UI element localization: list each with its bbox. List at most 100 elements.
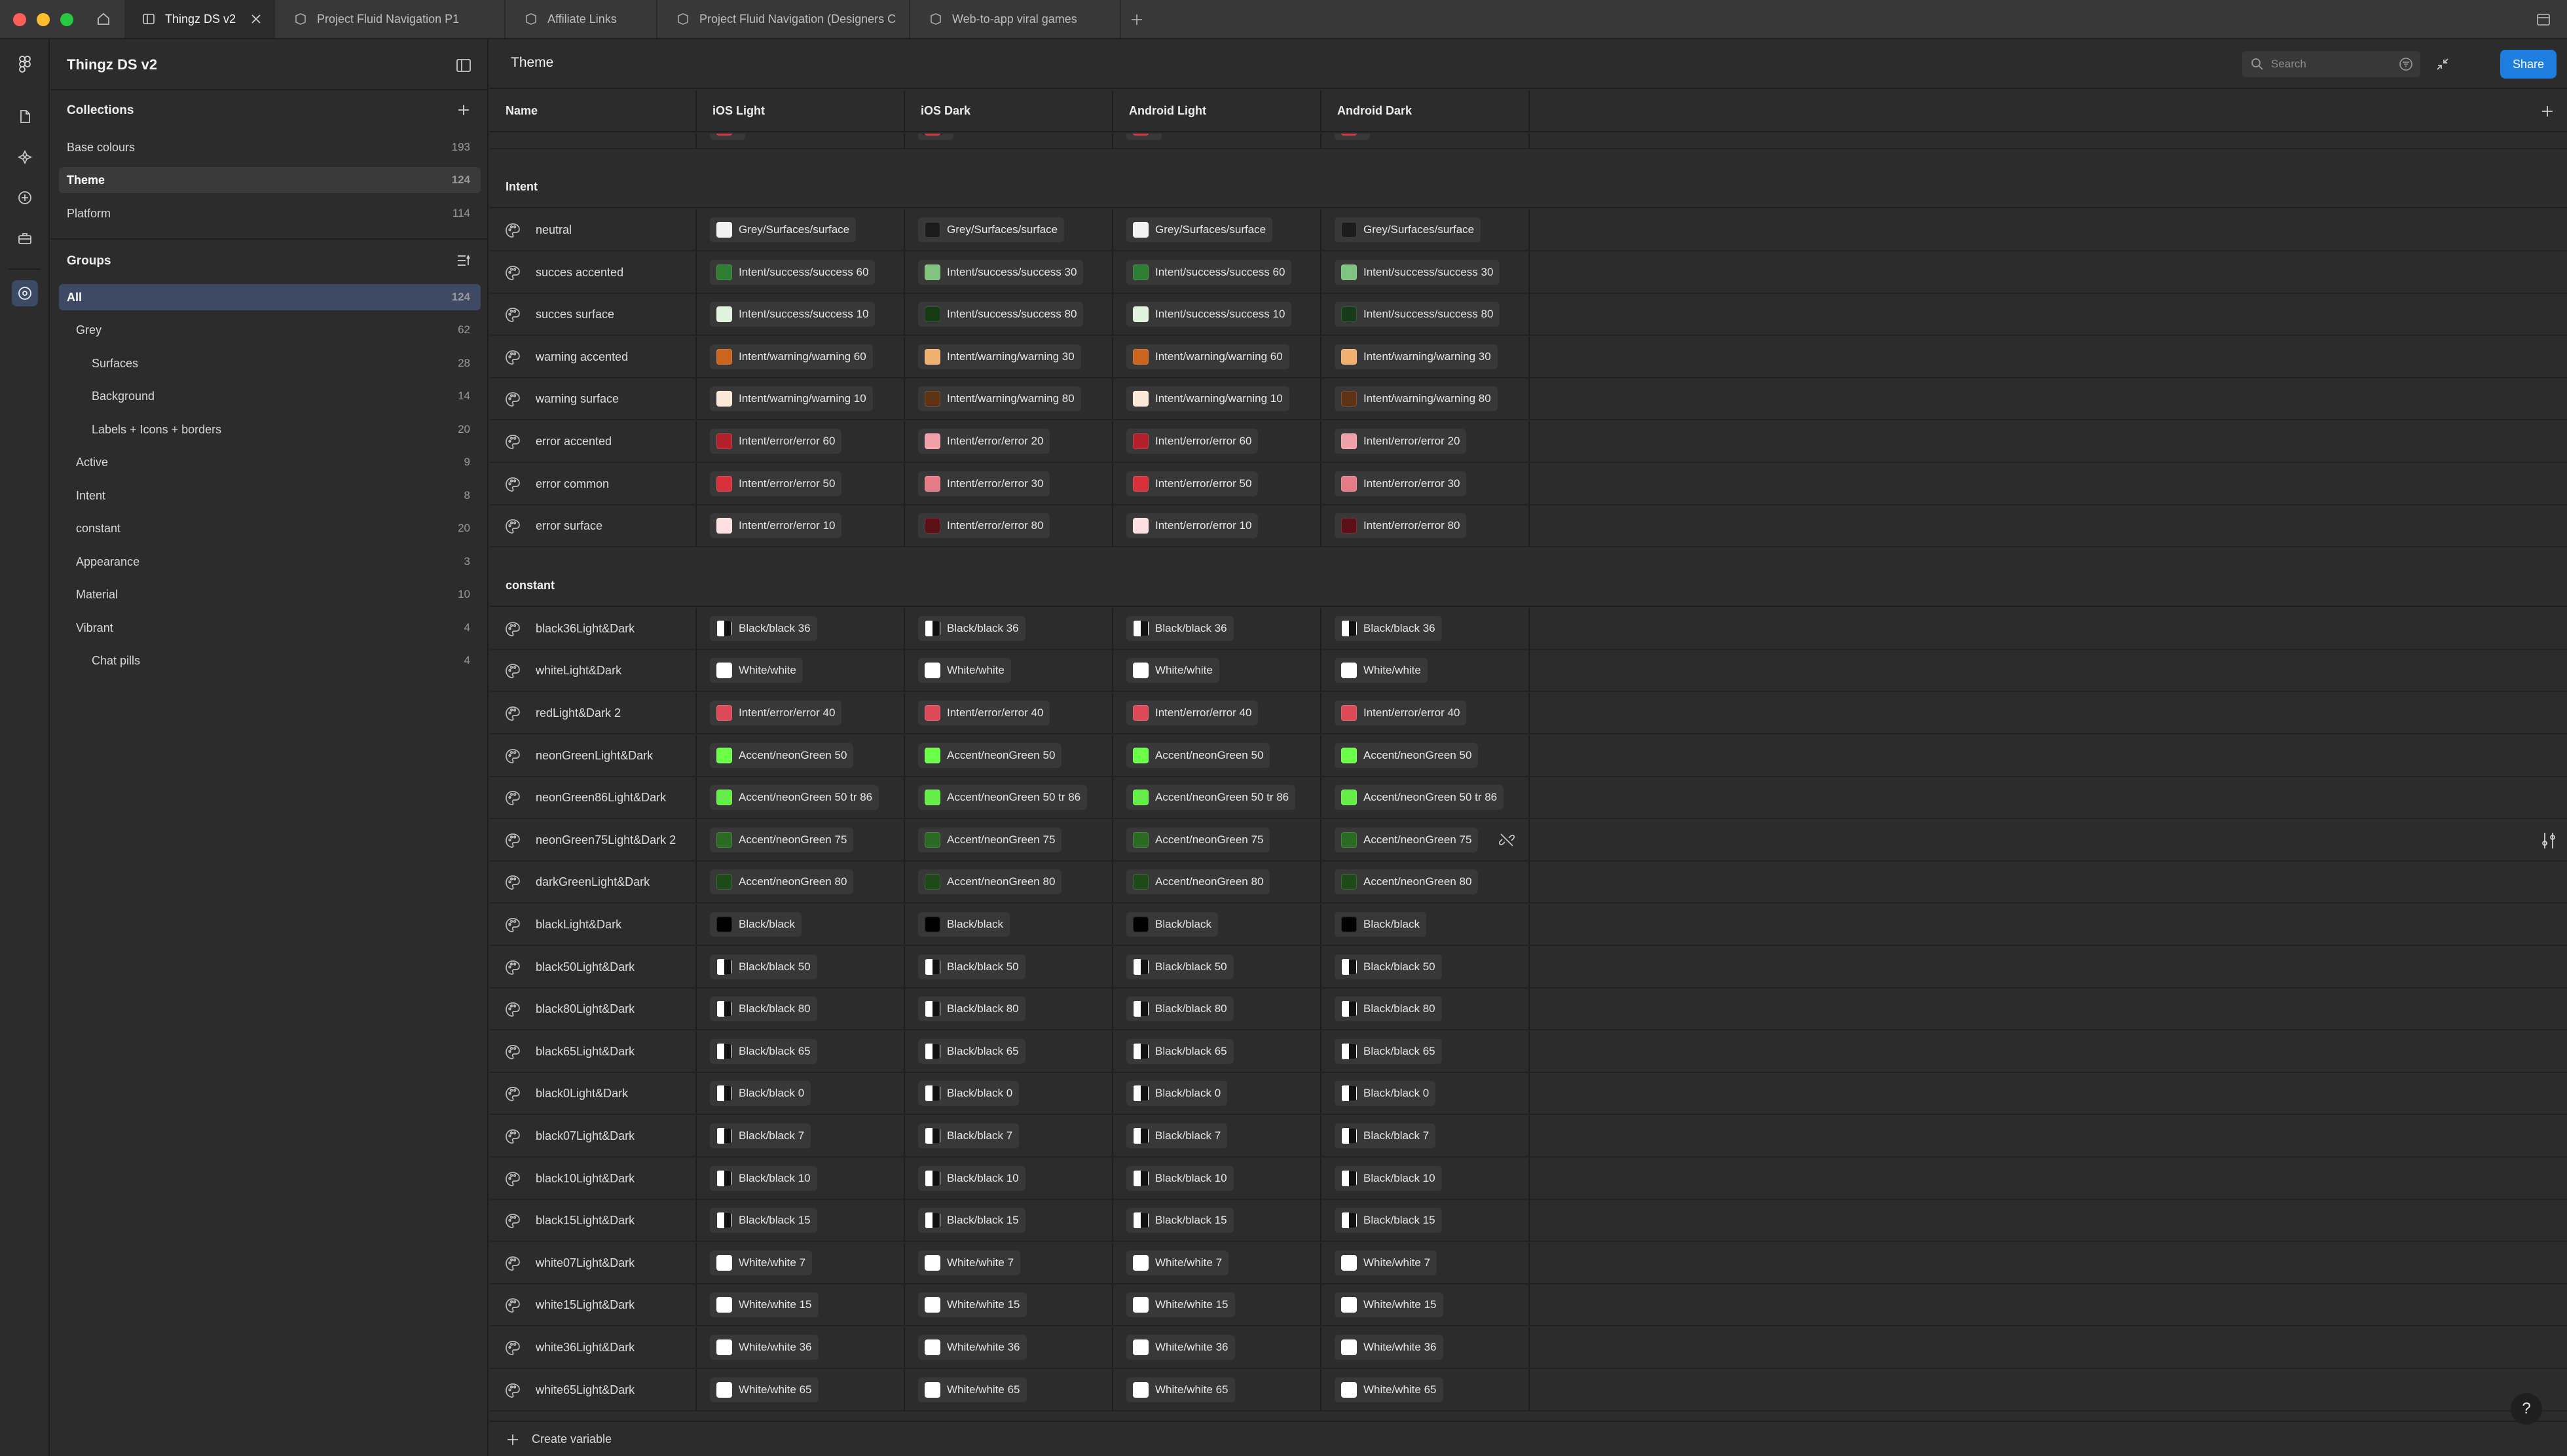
value-cell[interactable]: Grey/Surfaces/surface: [697, 209, 905, 250]
value-pill[interactable]: Black/black 36: [1335, 616, 1442, 641]
value-cell[interactable]: Black/black 50: [1113, 947, 1321, 987]
value-cell[interactable]: Accent/neonGreen 80: [697, 862, 905, 902]
value-pill[interactable]: Black/black 0: [918, 1081, 1020, 1106]
value-cell[interactable]: Intent/error/error 50: [1113, 464, 1321, 504]
value-cell[interactable]: Grey/Surfaces/surface: [1113, 209, 1321, 250]
group-grey[interactable]: Grey 62: [59, 317, 481, 343]
value-pill[interactable]: Black/black 65: [1126, 1039, 1234, 1064]
value-cell[interactable]: Intent/error/error 60: [1113, 421, 1321, 462]
value-cell[interactable]: [697, 134, 905, 148]
value-pill[interactable]: White/white: [1335, 658, 1428, 683]
value-pill[interactable]: Black/black 50: [1335, 955, 1442, 979]
value-cell[interactable]: Accent/neonGreen 50 tr 86: [1113, 777, 1321, 818]
value-pill[interactable]: White/white 36: [710, 1335, 819, 1360]
value-cell[interactable]: Intent/warning/warning 60: [697, 337, 905, 377]
maximize-window-button[interactable]: [60, 13, 73, 26]
share-button[interactable]: Share: [2500, 50, 2557, 79]
value-pill[interactable]: Intent/success/success 80: [918, 302, 1084, 327]
value-cell[interactable]: White/white 36: [905, 1327, 1113, 1368]
variable-name-cell[interactable]: warning accented: [490, 337, 697, 377]
value-pill[interactable]: Black/black: [1126, 912, 1218, 937]
table-row[interactable]: neonGreenLight&Dark Accent/neonGreen 50 Ac…: [490, 735, 2567, 777]
value-cell[interactable]: Accent/neonGreen 50: [1113, 735, 1321, 776]
value-cell[interactable]: Black/black 36: [1113, 608, 1321, 649]
value-cell[interactable]: Intent/warning/warning 10: [1113, 378, 1321, 419]
table-row[interactable]: black80Light&Dark Black/black 80 Black/bla…: [490, 989, 2567, 1030]
value-pill[interactable]: Grey/Surfaces/surface: [710, 217, 857, 242]
value-pill[interactable]: Intent/error/error 20: [918, 429, 1050, 454]
variable-name-cell[interactable]: black10Light&Dark: [490, 1158, 697, 1199]
filter-icon[interactable]: [2398, 56, 2414, 72]
group-background[interactable]: Background 14: [59, 383, 481, 409]
group-surfaces[interactable]: Surfaces 28: [59, 350, 481, 376]
toolbox-icon[interactable]: [12, 225, 38, 251]
value-pill[interactable]: Black/black 10: [1335, 1166, 1442, 1191]
value-pill[interactable]: White/white 7: [710, 1250, 813, 1275]
variable-name-cell[interactable]: black65Light&Dark: [490, 1031, 697, 1072]
value-cell[interactable]: Intent/error/error 50: [697, 464, 905, 504]
value-pill[interactable]: White/white 15: [918, 1292, 1027, 1317]
value-cell[interactable]: Black/black 10: [1113, 1158, 1321, 1199]
value-pill[interactable]: White/white 7: [1126, 1250, 1229, 1275]
value-cell[interactable]: Intent/error/error 40: [697, 693, 905, 733]
value-pill[interactable]: Black/black 50: [1126, 955, 1234, 979]
value-pill[interactable]: Black/black 15: [710, 1208, 817, 1233]
table-row[interactable]: whiteLight&Dark White/white White/white Whi…: [490, 650, 2567, 692]
variable-name-cell[interactable]: error common: [490, 464, 697, 504]
value-pill[interactable]: Black/black 50: [918, 955, 1025, 979]
value-cell[interactable]: White/white 65: [905, 1370, 1113, 1410]
column-header-android-light[interactable]: Android Light: [1113, 90, 1321, 131]
value-pill[interactable]: Intent/error/error 20: [1335, 429, 1467, 454]
variable-name-cell[interactable]: black07Light&Dark: [490, 1116, 697, 1156]
value-cell[interactable]: [905, 134, 1113, 148]
create-variable-button[interactable]: Create variable: [490, 1421, 2567, 1456]
value-pill[interactable]: Intent/error/error 30: [918, 471, 1050, 496]
value-cell[interactable]: Black/black 36: [905, 608, 1113, 649]
value-pill[interactable]: Intent/warning/warning 60: [710, 344, 873, 369]
variable-name-cell[interactable]: white65Light&Dark: [490, 1370, 697, 1410]
value-cell[interactable]: White/white 36: [1113, 1327, 1321, 1368]
table-row[interactable]: succes accented Intent/success/success 60…: [490, 252, 2567, 294]
value-pill[interactable]: Intent/success/success 60: [710, 260, 876, 285]
value-cell[interactable]: Black/black 65: [1113, 1031, 1321, 1072]
value-cell[interactable]: Intent/warning/warning 30: [905, 337, 1113, 377]
value-pill[interactable]: Accent/neonGreen 50: [918, 743, 1062, 768]
value-pill[interactable]: White/white 65: [710, 1377, 819, 1402]
value-cell[interactable]: Black/black: [697, 904, 905, 945]
value-pill[interactable]: Intent/success/success 60: [1126, 260, 1292, 285]
value-pill[interactable]: Black/black 15: [918, 1208, 1025, 1233]
new-tab-icon[interactable]: [1126, 9, 1147, 30]
value-cell[interactable]: Intent/warning/warning 60: [1113, 337, 1321, 377]
value-cell[interactable]: Intent/error/error 10: [697, 505, 905, 546]
table-row[interactable]: white65Light&Dark White/white 65 White/whi…: [490, 1370, 2567, 1411]
book-icon[interactable]: [2533, 9, 2554, 30]
table-row[interactable]: white07Light&Dark White/white 7 White/whit…: [490, 1243, 2567, 1284]
variable-name-cell[interactable]: black0Light&Dark: [490, 1073, 697, 1114]
value-pill[interactable]: Accent/neonGreen 75: [1126, 828, 1270, 852]
value-pill[interactable]: Intent/error/error 10: [710, 513, 842, 538]
value-pill[interactable]: Black/black 65: [918, 1039, 1025, 1064]
value-pill[interactable]: Black/black 7: [1335, 1123, 1436, 1148]
value-cell[interactable]: Intent/warning/warning 80: [1321, 378, 1530, 419]
value-pill[interactable]: Grey/Surfaces/surface: [1335, 217, 1481, 242]
value-pill[interactable]: Intent/success/success 30: [1335, 260, 1500, 285]
group-active[interactable]: Active 9: [59, 449, 481, 475]
table-row[interactable]: warning surface Intent/warning/warning 10…: [490, 378, 2567, 420]
value-cell[interactable]: Grey/Surfaces/surface: [1321, 209, 1530, 250]
value-cell[interactable]: Accent/neonGreen 50: [697, 735, 905, 776]
value-cell[interactable]: White/white 36: [1321, 1327, 1530, 1368]
value-pill[interactable]: Accent/neonGreen 50: [1126, 743, 1270, 768]
variable-name-cell[interactable]: black36Light&Dark: [490, 608, 697, 649]
value-cell[interactable]: White/white 15: [905, 1284, 1113, 1325]
value-cell[interactable]: Black/black 7: [1321, 1116, 1530, 1156]
value-pill[interactable]: Intent/warning/warning 80: [918, 386, 1081, 411]
value-cell[interactable]: Accent/neonGreen 80: [905, 862, 1113, 902]
value-cell[interactable]: Intent/error/error 20: [1321, 421, 1530, 462]
group-all[interactable]: All 124: [59, 284, 481, 310]
value-pill[interactable]: Intent/error/error 30: [1335, 471, 1467, 496]
value-cell[interactable]: Intent/success/success 80: [905, 294, 1113, 335]
value-cell[interactable]: Intent/success/success 60: [1113, 252, 1321, 293]
value-cell[interactable]: Grey/Surfaces/surface: [905, 209, 1113, 250]
value-pill[interactable]: White/white 7: [918, 1250, 1021, 1275]
table-row[interactable]: error common Intent/error/error 50 Intent/…: [490, 464, 2567, 505]
